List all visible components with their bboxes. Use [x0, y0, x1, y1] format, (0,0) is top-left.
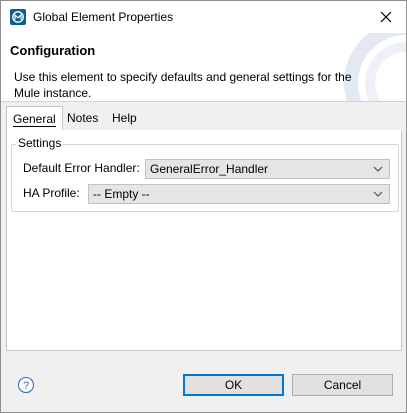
ok-button[interactable]: OK: [183, 374, 284, 396]
default-error-handler-select[interactable]: GeneralError_Handler: [145, 159, 390, 179]
close-button[interactable]: [366, 1, 406, 33]
tab-notes[interactable]: Notes: [61, 106, 104, 130]
ha-profile-select[interactable]: -- Empty --: [88, 184, 390, 204]
settings-group-label: Settings: [16, 136, 64, 150]
tab-bar: General Notes Help: [6, 106, 402, 131]
global-element-properties-dialog: Global Element Properties Configuration …: [0, 0, 407, 413]
settings-group: Settings Default Error Handler: GeneralE…: [11, 136, 399, 212]
tab-notes-label: Notes: [67, 111, 99, 125]
banner-description: Use this element to specify defaults and…: [14, 70, 352, 100]
ha-profile-label: HA Profile:: [23, 186, 80, 200]
chevron-down-icon: [373, 191, 383, 197]
banner-title: Configuration: [10, 43, 96, 58]
ha-profile-value: -- Empty --: [93, 187, 150, 201]
svg-text:?: ?: [23, 380, 29, 392]
dialog-banner: Configuration Use this element to specif…: [1, 33, 406, 102]
title-bar: Global Element Properties: [1, 1, 406, 33]
tab-general[interactable]: General: [6, 106, 63, 131]
help-icon[interactable]: ?: [17, 376, 35, 394]
mule-app-icon: [10, 9, 26, 25]
close-icon: [380, 11, 392, 23]
cancel-button[interactable]: Cancel: [292, 374, 393, 396]
default-error-handler-value: GeneralError_Handler: [150, 162, 269, 176]
chevron-down-icon: [373, 166, 383, 172]
tab-general-label: General: [13, 112, 56, 127]
window-title: Global Element Properties: [33, 10, 174, 24]
general-tab-panel: Settings Default Error Handler: GeneralE…: [6, 130, 402, 351]
default-error-handler-label: Default Error Handler:: [23, 161, 140, 175]
tab-help[interactable]: Help: [106, 106, 143, 130]
tab-help-label: Help: [112, 111, 137, 125]
